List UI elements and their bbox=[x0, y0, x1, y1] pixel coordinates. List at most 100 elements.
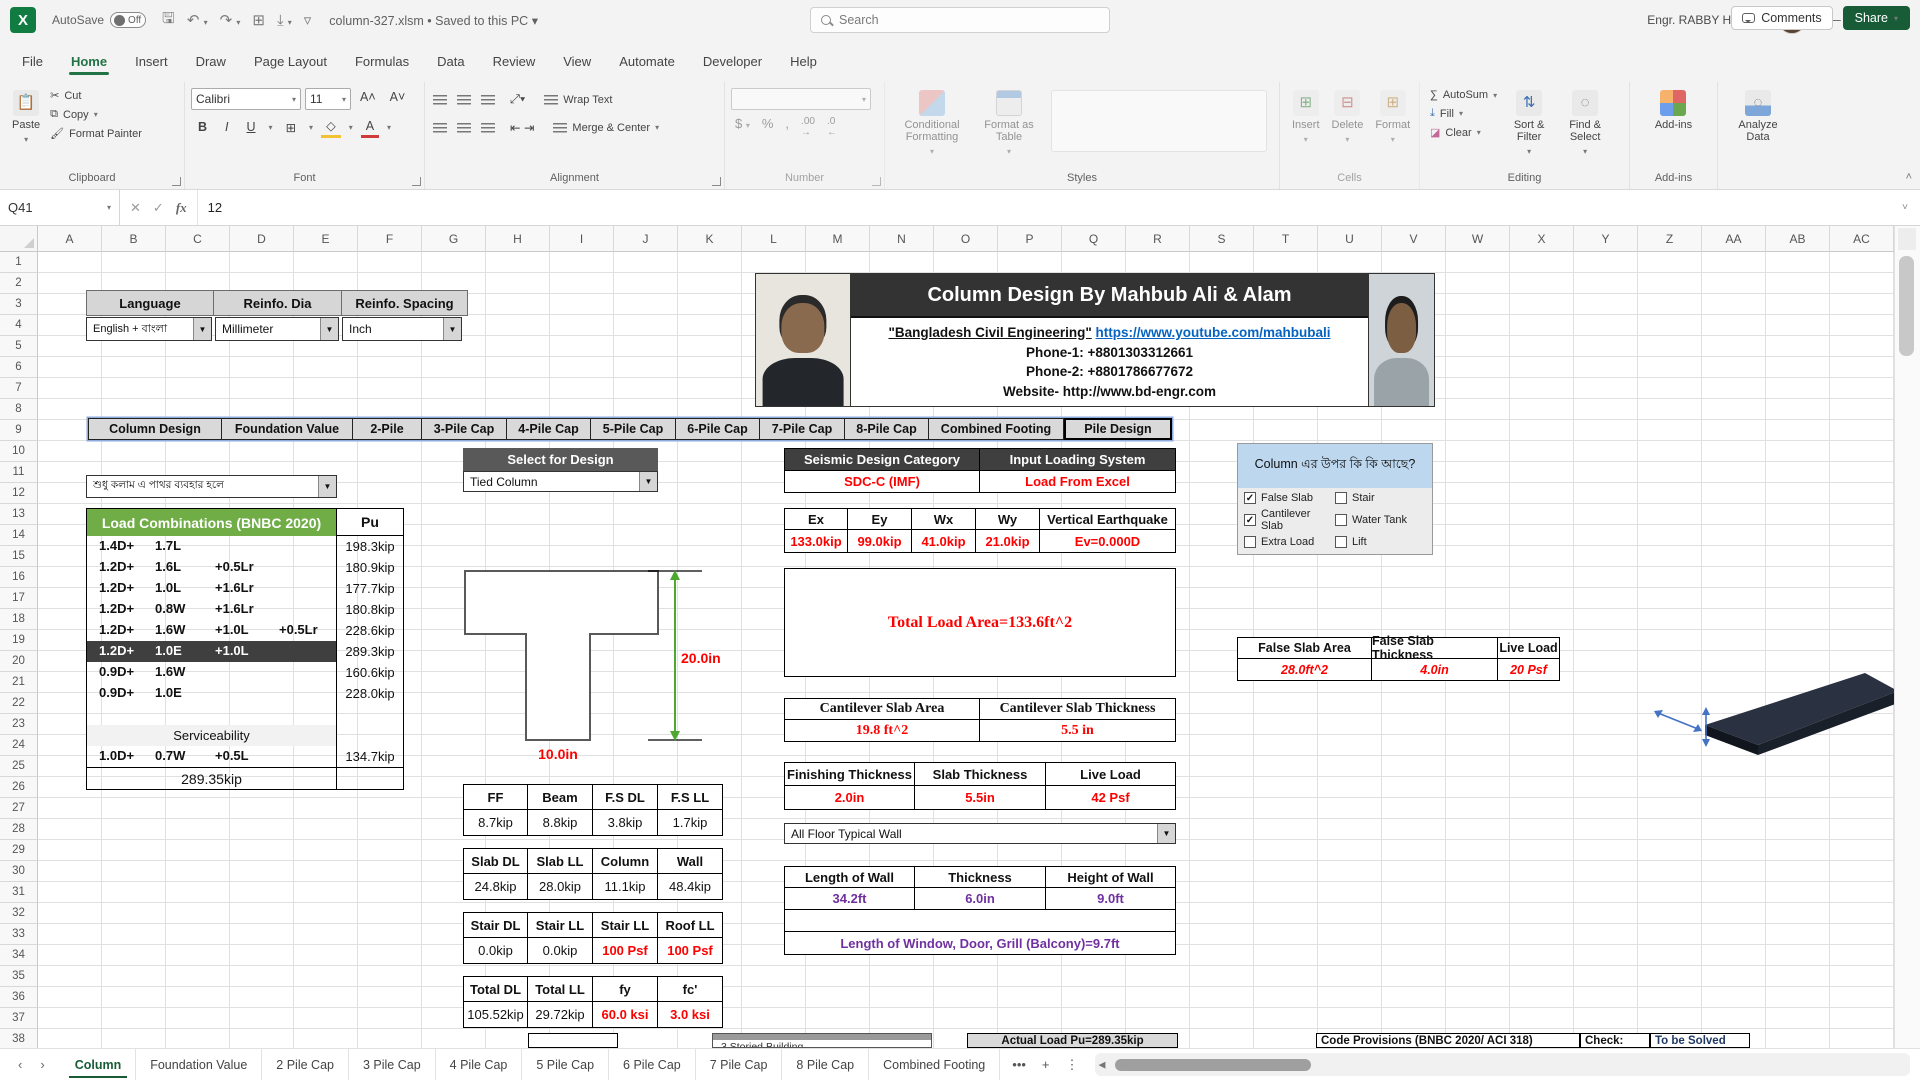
column-type-dropdown[interactable]: Tied Column▼ bbox=[463, 471, 658, 492]
italic-button[interactable]: I bbox=[220, 118, 233, 136]
percent-icon[interactable]: % bbox=[762, 116, 774, 138]
formula-input[interactable]: 12 bbox=[198, 190, 1890, 225]
design-tab-combined-footing[interactable]: Combined Footing bbox=[929, 418, 1064, 440]
dropdown-arrow-icon[interactable]: ▼ bbox=[443, 318, 461, 340]
horizontal-scrollbar-thumb[interactable] bbox=[1115, 1059, 1311, 1071]
ribbon-tab-review[interactable]: Review bbox=[479, 46, 550, 77]
font-dialog-launcher[interactable] bbox=[412, 177, 421, 186]
font-color-icon[interactable]: A bbox=[361, 117, 379, 138]
checkbox-icon[interactable]: ✓ bbox=[1244, 492, 1256, 504]
ribbon-tab-data[interactable]: Data bbox=[423, 46, 478, 77]
sort-filter-button[interactable]: ⇅Sort & Filter▾ bbox=[1501, 86, 1557, 162]
partial-cell[interactable] bbox=[528, 1033, 618, 1048]
load-combo-row-3[interactable]: 1.2D+1.0L+1.6Lr bbox=[87, 578, 336, 599]
sheet-tab-combined-footing[interactable]: Combined Footing bbox=[869, 1049, 1000, 1080]
design-tab-pile-design[interactable]: Pile Design bbox=[1064, 418, 1172, 440]
dropdown-arrow-icon[interactable]: ▼ bbox=[639, 472, 657, 491]
dropdown-arrow-icon[interactable]: ▼ bbox=[320, 318, 338, 340]
checkbox-icon[interactable]: ✓ bbox=[1244, 514, 1256, 526]
sheet-menu-icon[interactable]: ⋮ bbox=[1066, 1057, 1079, 1073]
design-tab-foundation-value[interactable]: Foundation Value bbox=[222, 418, 353, 440]
dropdown-arrow-icon[interactable]: ▼ bbox=[318, 476, 336, 497]
sheet-tab-8-pile-cap[interactable]: 8 Pile Cap bbox=[782, 1049, 869, 1080]
increase-font-icon[interactable]: A˄ bbox=[355, 88, 381, 110]
ribbon-tab-developer[interactable]: Developer bbox=[689, 46, 776, 77]
orientation-icon[interactable]: ⤢▾ bbox=[505, 90, 530, 109]
load-combo-row-5[interactable]: 1.2D+1.6W+1.0L+0.5Lr bbox=[87, 620, 336, 641]
load-combo-row-4[interactable]: 1.2D+0.8W+1.6Lr bbox=[87, 599, 336, 620]
load-combo-row-1[interactable]: 1.4D+1.7L bbox=[87, 536, 336, 557]
sheet-tab-column[interactable]: Column bbox=[61, 1049, 137, 1080]
align-left-icon[interactable] bbox=[433, 123, 447, 133]
more-sheets-icon[interactable]: ••• bbox=[1012, 1057, 1026, 1072]
copy-button[interactable]: ⧉ Copy ▾ bbox=[46, 105, 146, 124]
design-tab-column-design[interactable]: Column Design bbox=[88, 418, 222, 440]
checkbox-cantilever-slab[interactable]: ✓Cantilever Slab bbox=[1244, 508, 1335, 532]
design-tab-5-pile-cap[interactable]: 5-Pile Cap bbox=[591, 418, 676, 440]
checkbox-extra-load[interactable]: Extra Load bbox=[1244, 536, 1335, 548]
expand-formula-bar-icon[interactable]: ˅ bbox=[1890, 190, 1920, 225]
align-center-icon[interactable] bbox=[457, 123, 471, 133]
fill-button[interactable]: ⤓ Fill ▾ bbox=[1426, 104, 1501, 123]
design-tab-7-pile-cap[interactable]: 7-Pile Cap bbox=[760, 418, 845, 440]
scrollbar-top-box[interactable] bbox=[1898, 228, 1916, 250]
name-box[interactable]: Q41▾ bbox=[0, 190, 120, 225]
decrease-font-icon[interactable]: A˅ bbox=[385, 88, 411, 110]
checkbox-icon[interactable] bbox=[1335, 492, 1347, 504]
cell-styles-gallery[interactable] bbox=[1051, 90, 1267, 152]
align-bottom-icon[interactable] bbox=[481, 95, 495, 105]
comma-icon[interactable]: , bbox=[785, 116, 789, 138]
conditional-formatting-button[interactable]: Conditional Formatting▾ bbox=[891, 86, 973, 162]
ribbon-tab-automate[interactable]: Automate bbox=[605, 46, 689, 77]
design-tab-6-pile-cap[interactable]: 6-Pile Cap bbox=[676, 418, 760, 440]
channel-link[interactable]: "Bangladesh Civil Engineering" https://w… bbox=[888, 325, 1330, 340]
increase-decimal-icon[interactable]: .00→ bbox=[801, 116, 815, 138]
redo-icon[interactable]: ↷ ▾ bbox=[220, 11, 241, 29]
merge-center-button[interactable]: Merge & Center ▾ bbox=[549, 119, 663, 137]
cut-button[interactable]: ✂ Cut bbox=[46, 86, 146, 105]
analyze-data-button[interactable]: ◌Analyze Data bbox=[1724, 86, 1792, 147]
undo-icon[interactable]: ↶ ▾ bbox=[187, 11, 208, 29]
vertical-scrollbar[interactable] bbox=[1894, 226, 1920, 1048]
service-combo-row[interactable]: 1.0D+0.7W+0.5L bbox=[87, 746, 336, 767]
align-top-icon[interactable] bbox=[433, 95, 447, 105]
horizontal-scrollbar[interactable]: ◀ bbox=[1095, 1053, 1910, 1076]
alignment-dialog-launcher[interactable] bbox=[712, 177, 721, 186]
clipboard-dialog-launcher[interactable] bbox=[172, 177, 181, 186]
checkbox-stair[interactable]: Stair bbox=[1335, 492, 1426, 504]
excel-logo-icon[interactable]: X bbox=[10, 7, 36, 33]
format-as-table-button[interactable]: Format as Table▾ bbox=[973, 86, 1045, 162]
addins-button[interactable]: Add-ins bbox=[1649, 86, 1698, 135]
sheet-tab-6-pile-cap[interactable]: 6 Pile Cap bbox=[609, 1049, 696, 1080]
reinfo-dia-dropdown[interactable]: Millimeter▼ bbox=[215, 317, 339, 341]
ribbon-tab-file[interactable]: File bbox=[8, 46, 57, 77]
add-sheet-icon[interactable]: + bbox=[1042, 1057, 1050, 1072]
find-select-button[interactable]: ◌Find & Select▾ bbox=[1557, 86, 1613, 162]
sheet-tab-4-pile-cap[interactable]: 4 Pile Cap bbox=[436, 1049, 523, 1080]
stone-usage-dropdown[interactable]: শুধু কলাম এ পাথর ব্যবহার হলে▼ bbox=[86, 475, 337, 498]
insert-cells-button[interactable]: ⊞Insert▾ bbox=[1286, 86, 1326, 150]
sheet-tab-foundation-value[interactable]: Foundation Value bbox=[136, 1049, 262, 1080]
design-tab-8-pile-cap[interactable]: 8-Pile Cap bbox=[845, 418, 929, 440]
underline-button[interactable]: U bbox=[242, 118, 261, 136]
confirm-entry-icon[interactable]: ✓ bbox=[153, 200, 164, 216]
checkbox-false-slab[interactable]: ✓False Slab bbox=[1244, 492, 1335, 504]
next-sheet-icon[interactable]: › bbox=[40, 1057, 44, 1072]
align-right-icon[interactable] bbox=[481, 123, 495, 133]
currency-icon[interactable]: $ ▾ bbox=[735, 116, 750, 138]
autosave-control[interactable]: AutoSave Off bbox=[52, 12, 146, 28]
ribbon-tab-help[interactable]: Help bbox=[776, 46, 831, 77]
wrap-text-button[interactable]: Wrap Text bbox=[540, 91, 616, 109]
partial-dropdown[interactable]: 3 Storied Building bbox=[712, 1033, 932, 1048]
ribbon-tab-draw[interactable]: Draw bbox=[182, 46, 240, 77]
design-tab-3-pile-cap[interactable]: 3-Pile Cap bbox=[422, 418, 507, 440]
font-name-select[interactable]: Calibri▾ bbox=[191, 88, 301, 110]
wall-type-dropdown[interactable]: All Floor Typical Wall▼ bbox=[784, 823, 1176, 844]
number-dialog-launcher[interactable] bbox=[872, 177, 881, 186]
prev-sheet-icon[interactable]: ‹ bbox=[18, 1057, 22, 1072]
sheet-tab-5-pile-cap[interactable]: 5 Pile Cap bbox=[522, 1049, 609, 1080]
scroll-left-icon[interactable]: ◀ bbox=[1099, 1059, 1106, 1070]
ribbon-tab-insert[interactable]: Insert bbox=[121, 46, 182, 77]
bold-button[interactable]: B bbox=[193, 118, 212, 136]
number-format-select[interactable]: ▾ bbox=[731, 88, 871, 110]
